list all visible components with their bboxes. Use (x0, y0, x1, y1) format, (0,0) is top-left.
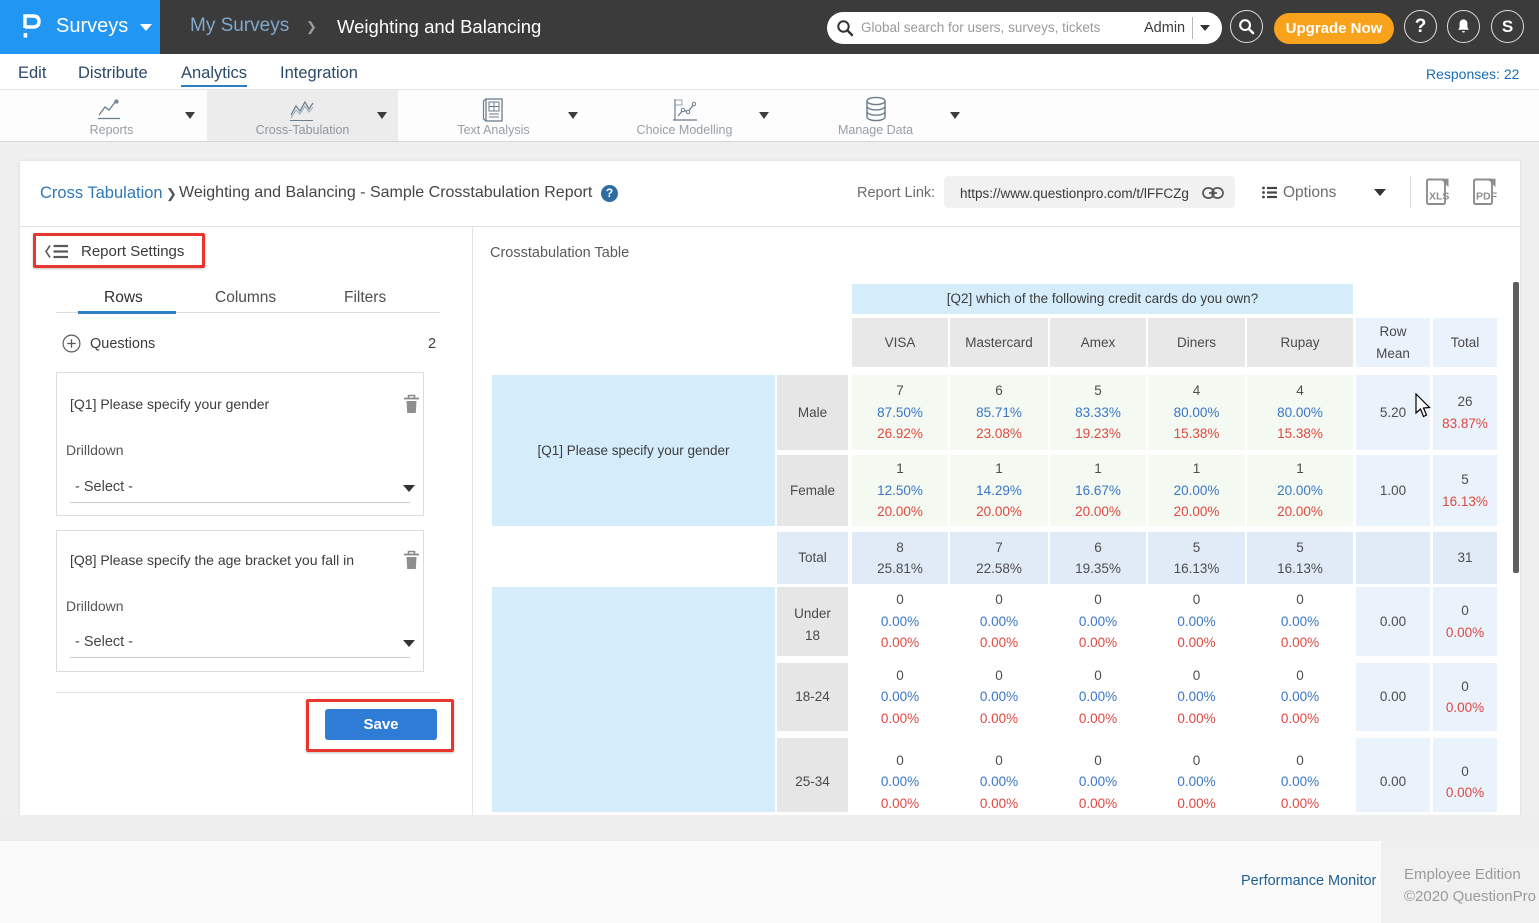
svg-text:XLS: XLS (1429, 191, 1449, 203)
svg-text:PDF: PDF (1476, 191, 1498, 203)
